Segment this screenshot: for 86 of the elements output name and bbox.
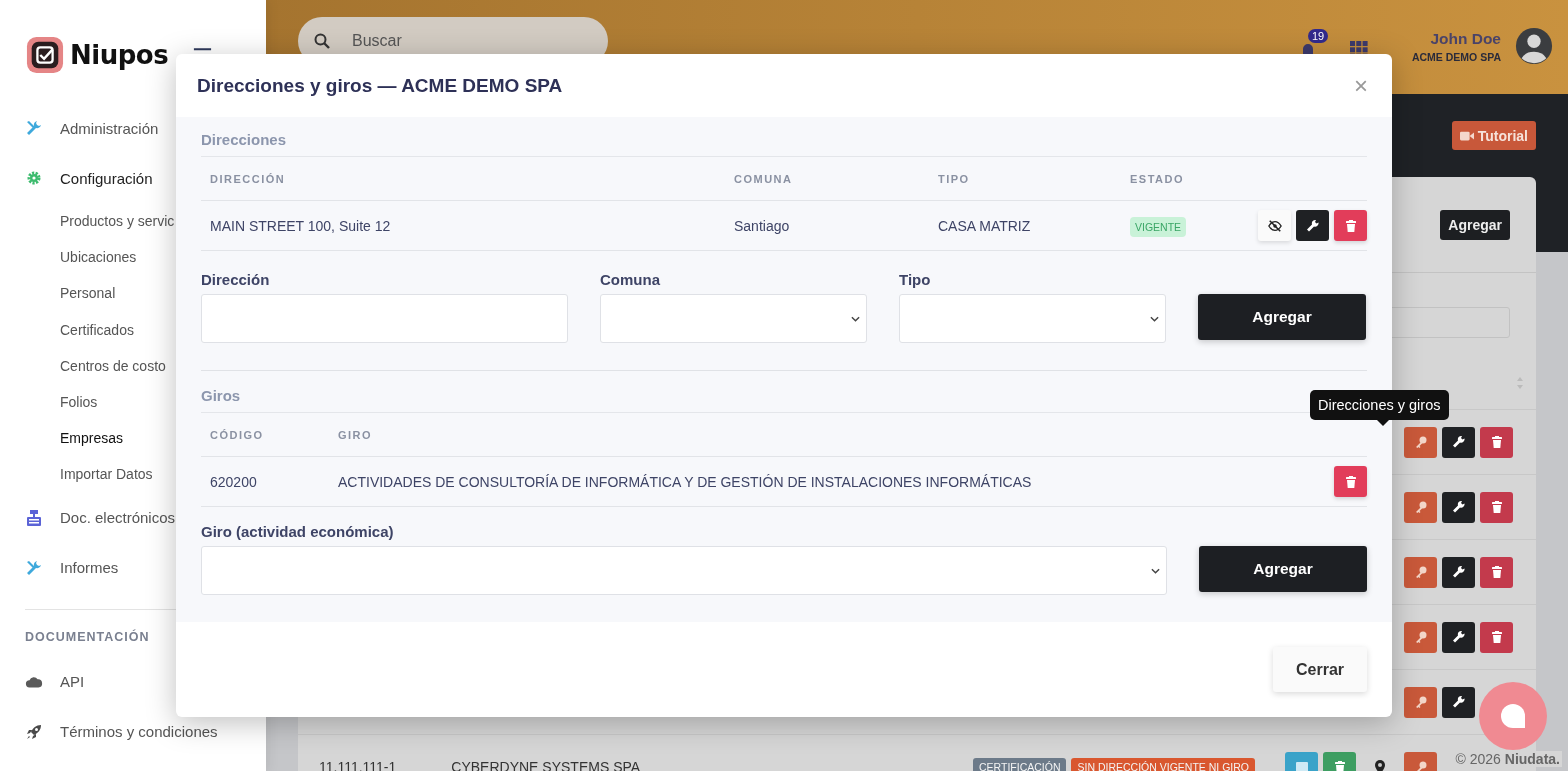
chat-bubble-icon [1500,703,1526,729]
column-header: GIRO [337,428,374,441]
select-field[interactable] [899,294,1166,343]
edit-button[interactable] [1296,210,1329,241]
brand-name: Niupos [70,40,169,70]
trash-icon [1489,435,1504,449]
video-camera-icon [1459,130,1474,141]
trash-icon [1489,565,1504,579]
select-field[interactable] [201,546,1167,595]
chevron-icon [1151,567,1160,574]
column-header: ESTADO [1129,172,1186,185]
location-pin-icon[interactable] [1375,760,1385,771]
key-button[interactable] [1404,686,1437,718]
delete-button[interactable] [1334,466,1367,497]
table-cell-text: CASA MATRIZ [937,217,1032,234]
wrench-icon [1451,500,1466,514]
column-header: TIPO [937,172,971,185]
status-tag: CERTIFICACIÓN [973,758,1067,771]
wrench-icon [1305,218,1320,233]
gear-icon [25,169,43,187]
chevron-icon [851,315,860,322]
trash-icon [1332,760,1347,771]
add-button[interactable]: Agregar [1199,546,1367,592]
key-button[interactable] [1404,491,1437,523]
modal-title: Direcciones y giros — ACME DEMO SPA [197,74,563,97]
edit-button[interactable] [1442,686,1475,718]
key-button[interactable] [1404,556,1437,588]
wrench-icon [1451,435,1466,449]
trash-icon [1489,630,1504,644]
delete-button[interactable] [1480,621,1513,653]
nav-item[interactable]: API [0,656,266,707]
add-button[interactable]: Agregar [1440,209,1510,240]
nav-item[interactable]: Informes [0,542,266,593]
pointer-icon [1377,420,1389,426]
address-input[interactable] [201,294,568,343]
table-cell-text: MAIN STREET 100, Suite 12 [209,217,392,234]
column-header: CÓDIGO [209,428,265,441]
image-icon [1294,760,1309,771]
field-label: Dirección [201,271,271,288]
chevron-icon [1150,315,1159,322]
edit-button[interactable] [1442,621,1475,653]
section-title: Direcciones [201,125,1367,157]
add-button[interactable]: Agregar [1198,294,1366,340]
tooltip: Direcciones y giros [1310,390,1449,426]
trash-icon [1489,500,1504,514]
cash-register-icon [25,508,43,527]
select-field[interactable] [600,294,867,343]
delete-button[interactable] [1334,210,1367,241]
edit-button[interactable] [1442,491,1475,523]
avatar-icon[interactable] [1515,27,1553,65]
status-tag: SIN DIRECCIÓN VIGENTE NI GIRO [1071,758,1255,771]
key-button[interactable] [1404,621,1437,653]
user-company: ACME DEMO SPA [1411,50,1501,63]
wrench-icon [1451,695,1466,709]
tools-icon [25,558,43,577]
edit-button[interactable] [1442,556,1475,588]
edit-button[interactable] [1442,426,1475,458]
status-badge: VIGENTE [1130,216,1187,237]
delete-button[interactable] [1480,491,1513,523]
hide-button[interactable] [1258,210,1291,241]
wrench-icon [1451,565,1466,579]
table-cell-text: Santiago [733,217,791,234]
wrench-icon [1451,630,1466,644]
column-header: COMUNA [733,172,794,185]
user-name: John Doe [1430,29,1501,48]
table-cell-text: 620200 [209,473,258,490]
logo-icon [26,36,64,74]
field-label: Giro (actividad económica) [201,523,395,540]
section-heading: DOCUMENTACIÓN [24,628,151,646]
trash-icon [1343,218,1358,233]
column-header: DIRECCIÓN [209,172,287,185]
tools-icon [25,119,43,137]
table-cell-text: ACTIVIDADES DE CONSULTORÍA DE INFORMÁTICA Y DE GESTIÓN DE INSTALACIONES INFORMÁTICAS [337,473,1033,490]
nav-item[interactable]: Términos y condiciones [0,706,266,757]
trash-icon [1343,474,1358,489]
rocket-icon [25,722,43,741]
notification-badge: 19 [1307,29,1329,43]
field-label: Tipo [899,271,932,288]
field-label: Comuna [600,271,661,288]
footer-text: © 2026 Niudata. [1453,751,1562,767]
delete-button[interactable] [1480,426,1513,458]
search-icon [314,33,330,49]
eye-slash-icon [1267,218,1282,233]
key-button[interactable] [1404,426,1437,458]
delete-button[interactable] [1480,556,1513,588]
close-button[interactable]: Cerrar [1273,647,1367,692]
